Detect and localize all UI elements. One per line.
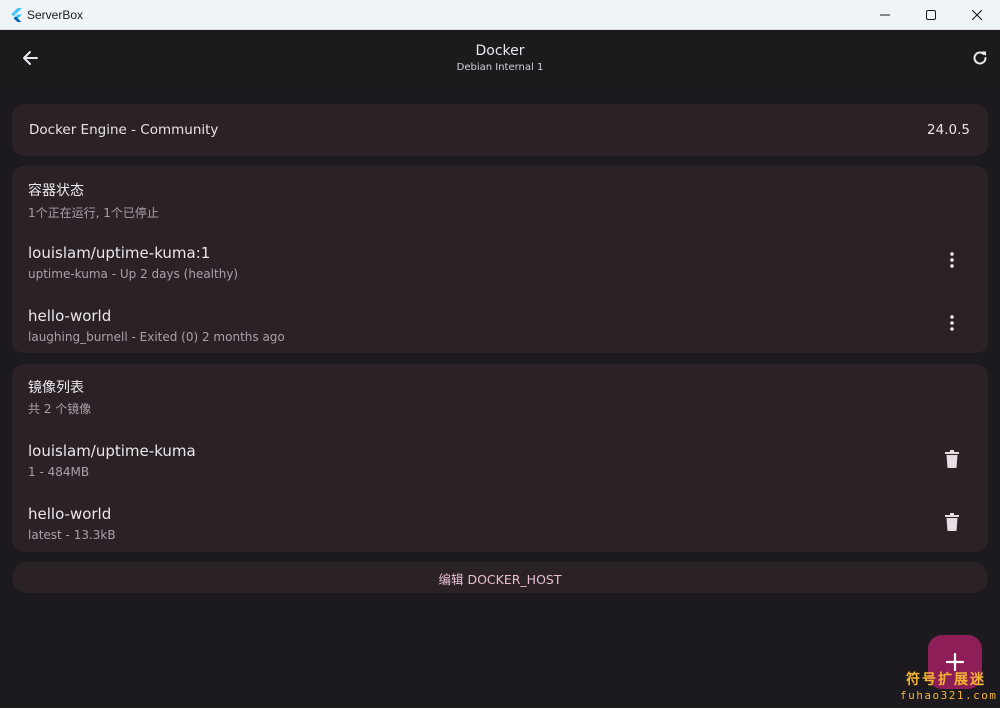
image-name: louislam/uptime-kuma [28, 442, 196, 460]
container-detail: uptime-kuma - Up 2 days (healthy) [28, 267, 239, 281]
flutter-logo-icon [11, 8, 22, 22]
image-name: hello-world [28, 505, 112, 523]
image-detail: latest - 13.3kB [28, 528, 116, 542]
content-area: Docker Engine - Community 24.0.5 容器状态 1个… [0, 86, 1000, 708]
more-vert-icon [950, 252, 954, 268]
images-title: 镜像列表 [28, 380, 84, 396]
watermark-line2: fuhao321.com [900, 689, 998, 702]
delete-image-button[interactable] [938, 508, 966, 536]
trash-icon [945, 450, 959, 468]
delete-image-button[interactable] [938, 445, 966, 473]
container-more-button[interactable] [938, 246, 966, 274]
edit-docker-host-label: 编辑 DOCKER_HOST [438, 572, 562, 587]
container-row[interactable]: hello-world laughing_burnell - Exited (0… [12, 307, 988, 363]
containers-card: 容器状态 1个正在运行, 1个已停止 louislam/uptime-kuma:… [12, 166, 988, 353]
page-title: Docker [475, 43, 525, 59]
watermark-line1: 符号扩展迷 [906, 672, 986, 688]
engine-version: 24.0.5 [927, 122, 970, 138]
images-summary: 共 2 个镜像 [28, 402, 92, 416]
container-image: hello-world [28, 307, 112, 325]
more-vert-icon [950, 315, 954, 331]
containers-summary: 1个正在运行, 1个已停止 [28, 206, 159, 220]
images-card: 镜像列表 共 2 个镜像 louislam/uptime-kuma 1 - 48… [12, 364, 988, 552]
docker-engine-card: Docker Engine - Community 24.0.5 [12, 104, 988, 156]
maximize-button[interactable] [908, 0, 954, 30]
app-bar: Docker Debian Internal 1 [0, 30, 1000, 86]
trash-icon [945, 513, 959, 531]
containers-title: 容器状态 [28, 183, 84, 199]
engine-name: Docker Engine - Community [29, 122, 219, 138]
container-row[interactable]: louislam/uptime-kuma:1 uptime-kuma - Up … [12, 244, 988, 300]
container-image: louislam/uptime-kuma:1 [28, 244, 211, 262]
image-row[interactable]: hello-world latest - 13.3kB [12, 505, 988, 561]
container-more-button[interactable] [938, 309, 966, 337]
page-subtitle: Debian Internal 1 [456, 62, 544, 73]
refresh-button[interactable] [964, 42, 996, 74]
close-button[interactable] [954, 0, 1000, 30]
window-title: ServerBox [27, 8, 84, 22]
watermark: 符号扩展迷 fuhao321.com [900, 669, 998, 702]
image-detail: 1 - 484MB [28, 465, 90, 479]
refresh-icon [973, 51, 987, 65]
minimize-icon [880, 14, 890, 16]
window-titlebar: ServerBox [0, 0, 1000, 30]
container-detail: laughing_burnell - Exited (0) 2 months a… [28, 330, 285, 344]
image-row[interactable]: louislam/uptime-kuma 1 - 484MB [12, 442, 988, 498]
close-icon [972, 10, 982, 20]
minimize-button[interactable] [862, 0, 908, 30]
edit-docker-host-button[interactable]: 编辑 DOCKER_HOST [12, 562, 988, 593]
maximize-icon [926, 10, 936, 20]
